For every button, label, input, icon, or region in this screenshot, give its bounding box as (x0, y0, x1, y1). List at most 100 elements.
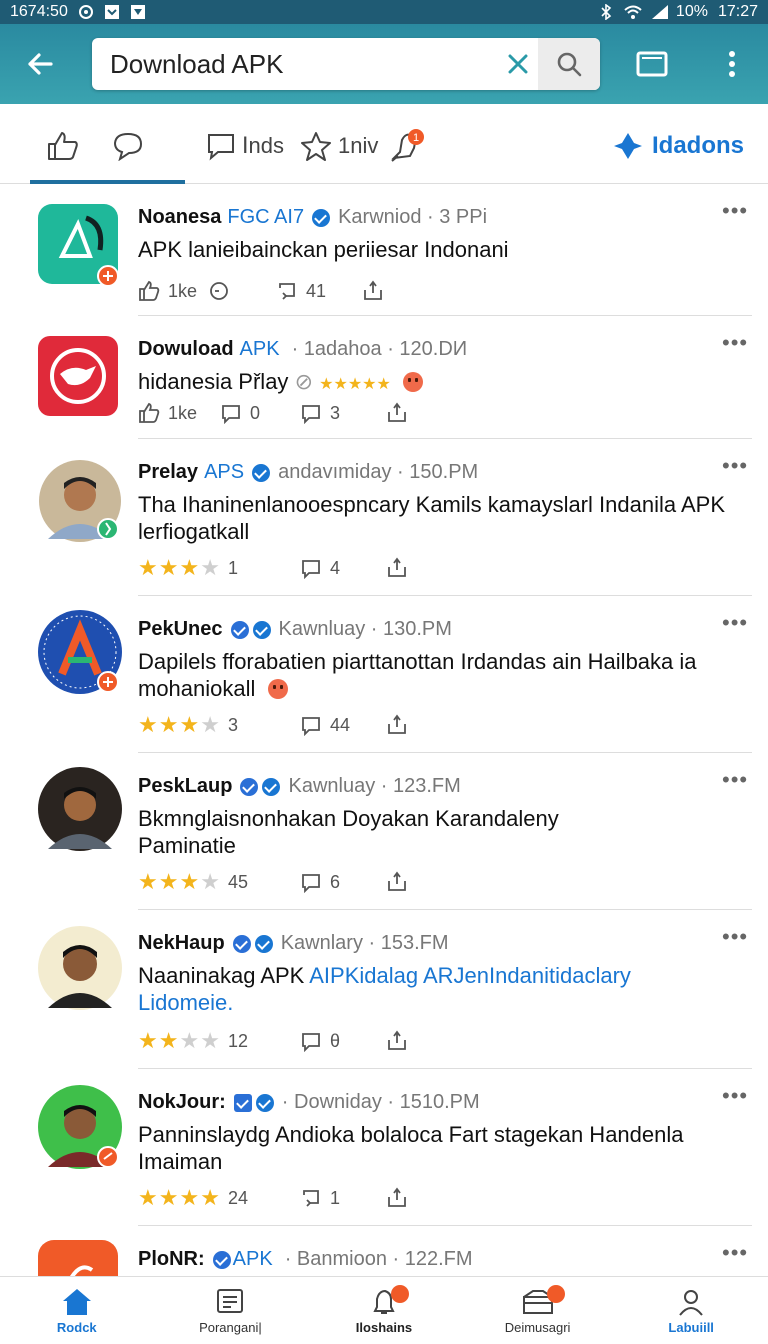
rating-button[interactable]: ★ ★ ★ ★ 45 (138, 871, 300, 893)
nav-home[interactable]: Rodck (0, 1277, 154, 1344)
star-icon: ★ (158, 712, 179, 737)
post-body: Tha Ihaninenlanooespncary Kamils kamaysl… (138, 492, 725, 544)
post-menu-button[interactable]: ••• (722, 1242, 752, 1272)
share-button[interactable] (386, 402, 408, 424)
author-name[interactable]: PloNR: (138, 1248, 205, 1271)
more-options-button[interactable] (710, 38, 754, 90)
share-button[interactable] (386, 1030, 408, 1052)
comment-button[interactable] (208, 280, 276, 302)
star-icon: ★ (200, 712, 220, 737)
repost-button[interactable]: 3 (300, 402, 386, 424)
comment-count: 0 (250, 402, 261, 423)
post-item[interactable]: PeskLaup Kawnluay · 123.FM ••• Bkmnglais… (0, 753, 768, 910)
tabs-button[interactable] (628, 38, 676, 90)
rating-button[interactable]: ★ ★ ★ ★ 3 (138, 714, 300, 736)
home-icon (62, 1288, 91, 1315)
star-icon: ★ (179, 1185, 200, 1210)
filter-action-button[interactable]: Idadons (612, 126, 744, 166)
post-menu-button[interactable]: ••• (722, 200, 752, 230)
filter-friends[interactable]: Ⅰnds (206, 126, 284, 166)
post-menu-button[interactable]: ••• (722, 926, 752, 956)
like-button[interactable]: 1ke (138, 402, 220, 424)
post-item[interactable]: NokJour: · Downiday · 1510.PM ••• Pannin… (0, 1069, 768, 1226)
like-icon (139, 402, 160, 423)
post-item[interactable]: Noanesa FGC AI7 Karwniod · 3 PPi ••• APK… (0, 184, 768, 316)
search-icon (557, 52, 582, 77)
status-time-left: 1674:50 (10, 3, 68, 20)
share-button[interactable] (362, 280, 384, 302)
repost-count: 6 (330, 871, 341, 892)
repost-button[interactable]: θ (300, 1030, 386, 1052)
rating-button[interactable]: ★ ★ ★ ★ 1 (138, 557, 300, 579)
post-menu-button[interactable]: ••• (722, 769, 752, 799)
author-name[interactable]: PekUnec (138, 618, 223, 641)
post-menu-button[interactable]: ••• (722, 332, 752, 362)
post-item[interactable]: PloNR: APK · Banmioon · 122.FM ••• (0, 1226, 768, 1276)
battery-level: 10% (675, 3, 708, 20)
rating-button[interactable]: ★ ★ ★ ★ 12 (138, 1030, 300, 1052)
search-button[interactable] (538, 38, 601, 90)
comment-button[interactable]: 0 (220, 402, 300, 424)
repost-button[interactable]: 6 (300, 871, 386, 893)
repost-icon (302, 405, 320, 424)
verified-icon (262, 777, 281, 796)
post-meta: · Banmioon · 122.FM (284, 1248, 473, 1270)
nav-programs[interactable]: Porangani| (154, 1277, 308, 1344)
repost-button[interactable]: 44 (300, 714, 386, 736)
post-menu-button[interactable]: ••• (722, 455, 752, 485)
repost-button[interactable]: 41 (276, 280, 362, 302)
app-badge-icon (230, 620, 249, 639)
author-name[interactable]: PeskLaup (138, 775, 232, 798)
post-menu-button[interactable]: ••• (722, 1085, 752, 1115)
star-icon: ★ (200, 1185, 220, 1210)
window-icon (636, 51, 668, 77)
post-item[interactable]: Dowuload APK · 1adahoa · 120.DИ ••• hida… (0, 316, 768, 439)
star-icon: ★ (158, 1028, 179, 1053)
share-button[interactable] (386, 871, 408, 893)
repost-button[interactable]: 1 (300, 1187, 386, 1209)
rating-button[interactable]: ★ ★ ★ ★ 24 (138, 1187, 300, 1209)
rating-stars-icon: ★★★★★ (319, 376, 391, 393)
post-actions: ★ ★ ★ ★ 3 44 (138, 710, 408, 740)
post-body: Panninslaydg Andioka bolaloca Fart stage… (138, 1122, 684, 1174)
filter-notifications[interactable]: 1 (388, 126, 428, 166)
star-icon: ★ (158, 1185, 179, 1210)
nav-profile[interactable]: Labuiill (614, 1277, 768, 1344)
clear-button[interactable] (498, 44, 538, 84)
share-button[interactable] (386, 1187, 408, 1209)
post-item[interactable]: PekUnec Kawnluay · 130.PM ••• Dapilels f… (0, 596, 768, 753)
filter-likes[interactable] (46, 126, 80, 166)
post-actions: ★ ★ ★ ★ 1 4 (138, 553, 408, 583)
author-name[interactable]: Prelay (138, 461, 198, 484)
post-body: Naaninakag APK AIPKidalag ARJenIndanitid… (138, 962, 728, 1016)
filter-favorites[interactable]: 1niv (300, 126, 378, 166)
search-input[interactable] (110, 48, 499, 80)
author-name[interactable]: NekHaup (138, 932, 225, 955)
post-menu-button[interactable]: ••• (722, 612, 752, 642)
list-icon (217, 1288, 244, 1313)
status-bar: 1674:50 10% 17:27 (0, 0, 768, 24)
star-icon: ★ (138, 712, 158, 737)
back-button[interactable] (10, 34, 70, 94)
author-tag: FGC AI7 (227, 206, 305, 228)
share-icon (388, 871, 406, 891)
nav-notifications[interactable]: Iloshains (307, 1277, 461, 1344)
share-button[interactable] (386, 557, 408, 579)
post-item[interactable]: NekHaup Kawnlary · 153.FM ••• Naaninakag… (0, 910, 768, 1069)
post-actions: 1ke 41 (138, 276, 384, 306)
nav-profile-label: Labuiill (668, 1319, 714, 1335)
author-tag: APK (232, 1248, 273, 1270)
download-icon (104, 4, 120, 20)
post-item[interactable]: Prelay APS andavımiday · 150.PM ••• Tha … (0, 439, 768, 596)
post-body: APK lanieibainckan periiesar Indonani (138, 237, 509, 262)
verified-icon (252, 463, 271, 482)
share-button[interactable] (386, 714, 408, 736)
nav-messages[interactable]: Deimusagri (461, 1277, 615, 1344)
author-name[interactable]: Dowuload (138, 338, 234, 361)
author-name[interactable]: Noanesa (138, 206, 221, 229)
rating-count: 24 (227, 1187, 248, 1208)
author-name[interactable]: NokJour: (138, 1091, 226, 1114)
star-icon: ★ (179, 869, 200, 894)
repost-button[interactable]: 4 (300, 557, 386, 579)
filter-comments[interactable] (112, 126, 144, 166)
